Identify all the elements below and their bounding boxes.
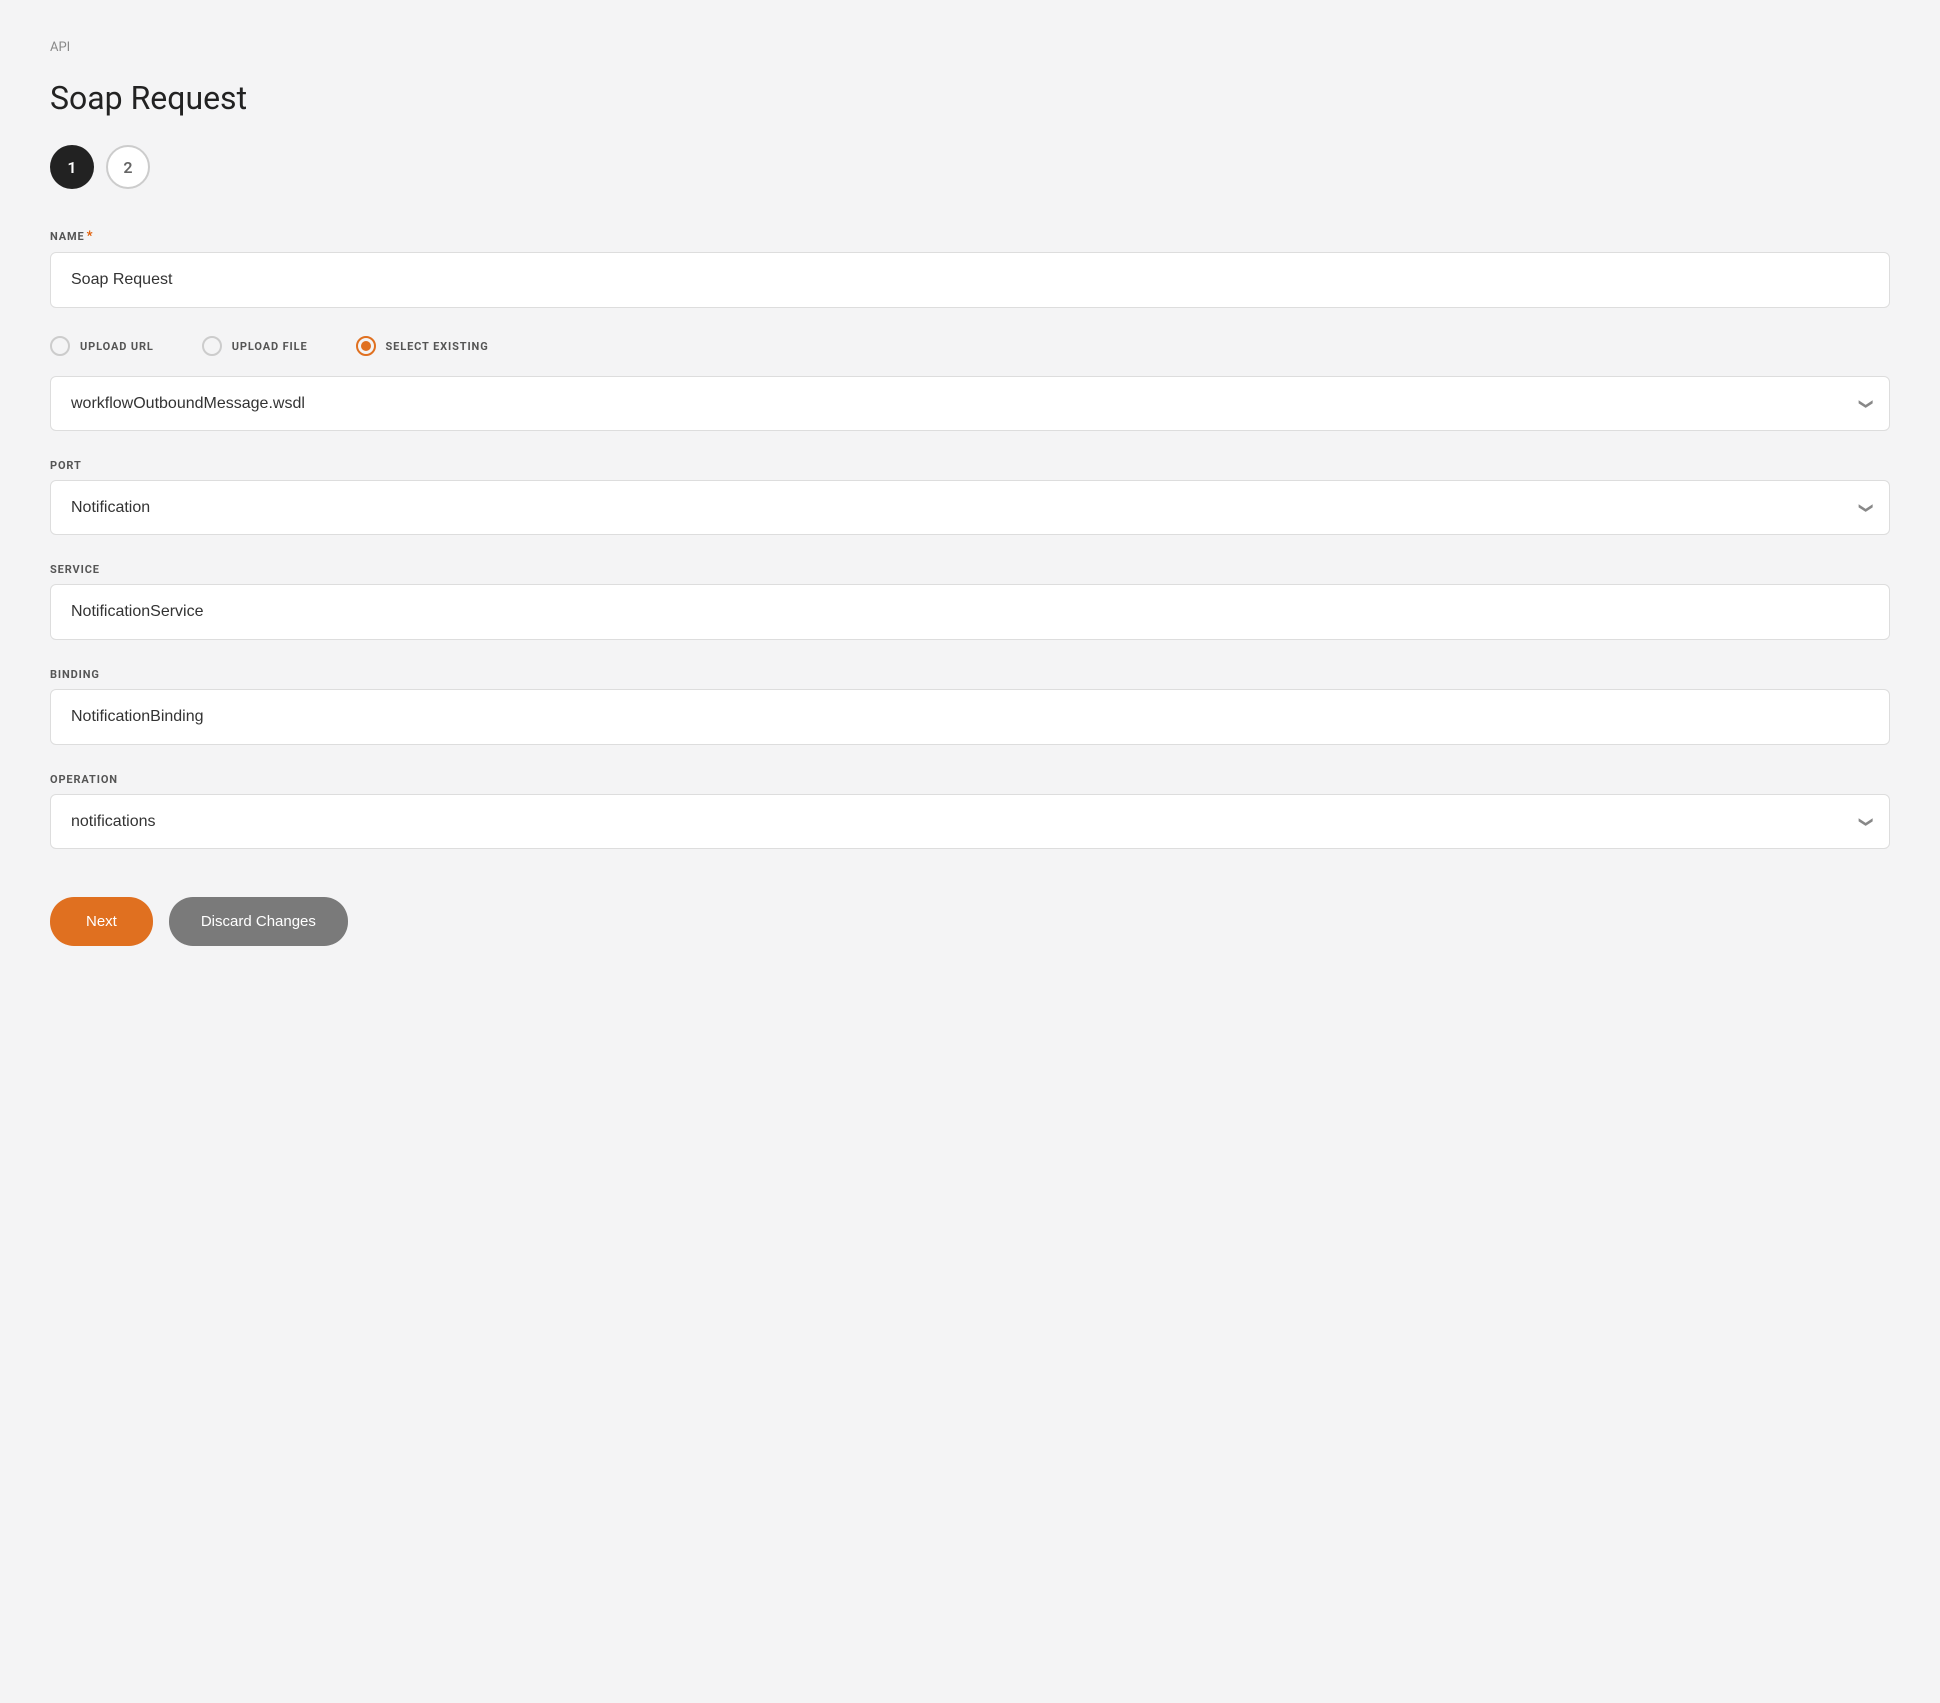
operation-label: OPERATION	[50, 773, 1890, 786]
port-select[interactable]: Notification	[50, 480, 1890, 535]
wsdl-group: workflowOutboundMessage.wsdl ❯	[50, 376, 1890, 431]
source-radio-group: UPLOAD URL UPLOAD FILE SELECT EXISTING	[50, 336, 1890, 356]
breadcrumb: API	[50, 40, 1890, 55]
operation-select-wrapper: notifications ❯	[50, 794, 1890, 849]
radio-select-existing[interactable]: SELECT EXISTING	[356, 336, 489, 356]
binding-group: BINDING	[50, 668, 1890, 745]
name-label: NAME *	[50, 229, 1890, 244]
form: NAME * UPLOAD URL UPLOAD FILE SELECT EXI…	[50, 229, 1890, 946]
service-label: SERVICE	[50, 563, 1890, 576]
binding-label: BINDING	[50, 668, 1890, 681]
stepper: 1 2	[50, 145, 1890, 189]
step-1[interactable]: 1	[50, 145, 94, 189]
next-button[interactable]: Next	[50, 897, 153, 946]
operation-group: OPERATION notifications ❯	[50, 773, 1890, 849]
radio-circle-upload-url	[50, 336, 70, 356]
service-group: SERVICE	[50, 563, 1890, 640]
step-2[interactable]: 2	[106, 145, 150, 189]
radio-label-select-existing: SELECT EXISTING	[386, 340, 489, 353]
radio-upload-file[interactable]: UPLOAD FILE	[202, 336, 308, 356]
discard-button[interactable]: Discard Changes	[169, 897, 348, 946]
operation-select[interactable]: notifications	[50, 794, 1890, 849]
radio-label-upload-url: UPLOAD URL	[80, 340, 154, 353]
required-indicator: *	[87, 229, 94, 244]
radio-circle-upload-file	[202, 336, 222, 356]
wsdl-select[interactable]: workflowOutboundMessage.wsdl	[50, 376, 1890, 431]
port-label: PORT	[50, 459, 1890, 472]
name-input[interactable]	[50, 252, 1890, 308]
binding-input[interactable]	[50, 689, 1890, 745]
port-select-wrapper: Notification ❯	[50, 480, 1890, 535]
radio-label-upload-file: UPLOAD FILE	[232, 340, 308, 353]
name-group: NAME *	[50, 229, 1890, 308]
page-title: Soap Request	[50, 79, 1890, 117]
port-group: PORT Notification ❯	[50, 459, 1890, 535]
radio-circle-select-existing	[356, 336, 376, 356]
wsdl-select-wrapper: workflowOutboundMessage.wsdl ❯	[50, 376, 1890, 431]
radio-upload-url[interactable]: UPLOAD URL	[50, 336, 154, 356]
breadcrumb-link[interactable]: API	[50, 40, 70, 55]
service-input[interactable]	[50, 584, 1890, 640]
button-row: Next Discard Changes	[50, 897, 1890, 946]
